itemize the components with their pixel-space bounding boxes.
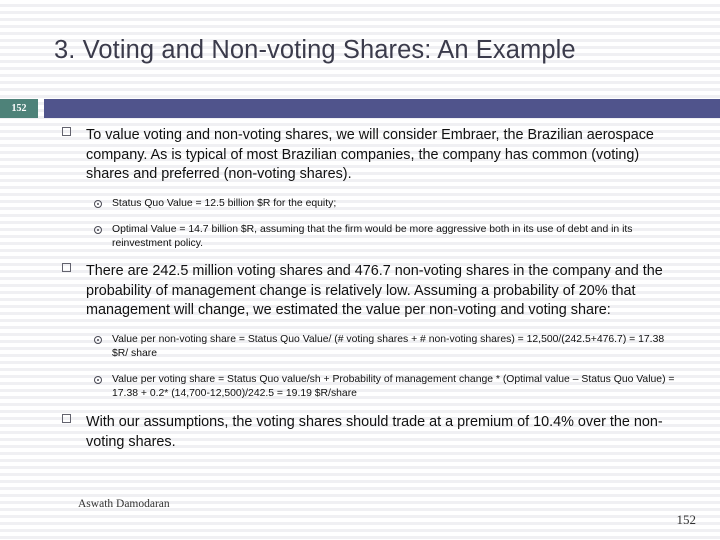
sub-bullet-item: Value per non-voting share = Status Quo … [0, 333, 720, 361]
bullet-item: There are 242.5 million voting shares an… [0, 262, 720, 321]
square-bullet-icon [62, 127, 71, 136]
slide-number-badge: 152 [0, 99, 38, 118]
bullet-item: With our assumptions, the voting shares … [0, 413, 720, 452]
sub-bullet-text: Value per voting share = Status Quo valu… [112, 374, 675, 400]
accent-bar [44, 99, 720, 118]
fisheye-bullet-icon [94, 225, 102, 234]
bullet-text: To value voting and non-voting shares, w… [86, 127, 654, 182]
footer-author: Aswath Damodaran [78, 498, 170, 510]
bullet-item: To value voting and non-voting shares, w… [0, 126, 720, 185]
fisheye-bullet-icon [94, 376, 102, 385]
title-area: 3. Voting and Non-voting Shares: An Exam… [0, 36, 720, 88]
sub-bullet-text: Optimal Value = 14.7 billion $R, assumin… [112, 223, 633, 249]
body-content: To value voting and non-voting shares, w… [0, 126, 720, 456]
sub-bullet-text: Value per non-voting share = Status Quo … [112, 333, 665, 359]
fisheye-bullet-icon [94, 335, 102, 344]
bullet-text: With our assumptions, the voting shares … [86, 414, 663, 450]
square-bullet-icon [62, 263, 71, 273]
sub-bullet-item: Status Quo Value = 12.5 billion $R for t… [0, 197, 720, 211]
slide: 3. Voting and Non-voting Shares: An Exam… [0, 0, 720, 540]
sub-bullet-text: Status Quo Value = 12.5 billion $R for t… [112, 197, 337, 209]
sub-bullet-item: Value per voting share = Status Quo valu… [0, 373, 720, 401]
sub-bullet-item: Optimal Value = 14.7 billion $R, assumin… [0, 223, 720, 251]
fisheye-bullet-icon [94, 199, 102, 208]
page-title: 3. Voting and Non-voting Shares: An Exam… [54, 36, 576, 64]
bullet-text: There are 242.5 million voting shares an… [86, 263, 663, 319]
header-accent-bar: 152 [0, 99, 720, 118]
footer-page-number: 152 [676, 512, 697, 527]
square-bullet-icon [62, 414, 71, 424]
